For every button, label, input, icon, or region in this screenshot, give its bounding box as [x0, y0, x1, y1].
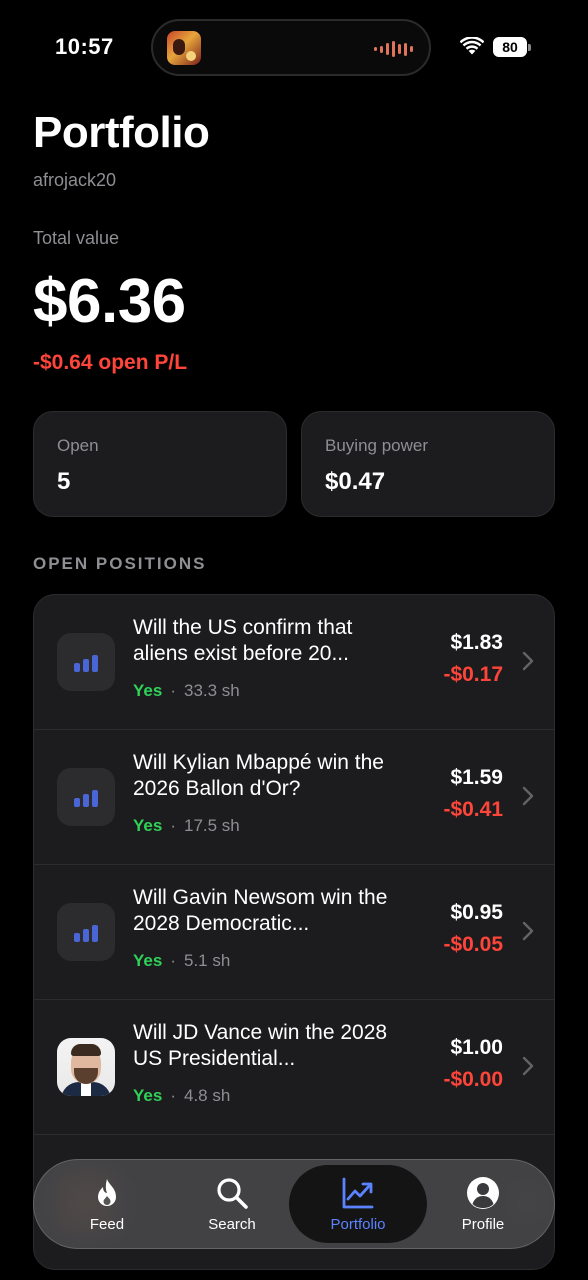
open-count-card: Open 5 [33, 411, 287, 517]
buying-power-value: $0.47 [325, 468, 386, 495]
now-playing-artwork [167, 31, 201, 65]
position-value: $1.00 [450, 1036, 503, 1059]
page-title: Portfolio [33, 108, 210, 157]
tab-profile[interactable]: Profile [448, 1160, 518, 1248]
status-bar: 10:57 80 [0, 0, 588, 90]
position-pl: -$0.17 [443, 663, 503, 686]
battery-indicator: 80 [493, 37, 531, 57]
total-value: $6.36 [33, 267, 186, 336]
username: afrojack20 [33, 170, 117, 190]
chevron-right-icon [522, 1056, 534, 1076]
tab-feed[interactable]: Feed [72, 1160, 142, 1248]
flame-icon [98, 1178, 116, 1206]
position-row[interactable]: Will Gavin Newsom win the 2028 Democrati… [34, 865, 554, 1000]
chevron-right-icon [522, 651, 534, 671]
portrait-hair [71, 1044, 101, 1056]
dynamic-island[interactable] [151, 19, 431, 76]
position-side: Yes [133, 951, 163, 970]
position-row[interactable]: Will the US confirm that aliens exist be… [34, 595, 554, 730]
position-meta: Yes · 17.5 sh [133, 816, 240, 835]
wifi-icon [460, 37, 484, 55]
portrait-photo [57, 1038, 115, 1096]
position-title: Will the US confirm that aliens exist be… [133, 616, 353, 665]
tab-search-label: Search [208, 1215, 256, 1233]
position-side: Yes [133, 816, 163, 835]
tab-bar: Feed Search Portfolio Profile [33, 1159, 555, 1249]
bar-chart-icon [57, 633, 115, 691]
audio-waveform-icon [374, 41, 413, 57]
tab-portfolio[interactable]: Portfolio [289, 1165, 427, 1243]
position-meta: Yes · 4.8 sh [133, 1086, 231, 1105]
buying-power-card: Buying power $0.47 [301, 411, 555, 517]
position-shares: 5.1 sh [183, 951, 231, 970]
position-shares: 33.3 sh [183, 681, 240, 700]
bar-chart-icon [57, 903, 115, 961]
position-title: Will Gavin Newsom win the 2028 Democrati… [133, 886, 388, 935]
buying-power-label: Buying power [325, 436, 429, 455]
position-side: Yes [133, 1086, 163, 1105]
person-icon [467, 1176, 499, 1209]
position-shares: 4.8 sh [183, 1086, 231, 1105]
open-pl: -$0.64 open P/L [33, 351, 188, 374]
position-pl: -$0.05 [443, 933, 503, 956]
portrait-shirt [81, 1082, 91, 1096]
tab-search[interactable]: Search [196, 1160, 268, 1248]
search-icon [217, 1177, 248, 1209]
chart-trend-icon [342, 1177, 374, 1208]
position-pl: -$0.00 [443, 1068, 503, 1091]
tab-feed-label: Feed [89, 1215, 125, 1233]
chevron-right-icon [522, 786, 534, 806]
position-title: Will Kylian Mbappé win the 2026 Ballon d… [133, 751, 384, 800]
total-value-label: Total value [33, 228, 120, 248]
battery-cap [528, 44, 531, 51]
open-count-value: 5 [57, 468, 71, 495]
bar-chart-icon [57, 768, 115, 826]
position-value: $1.59 [450, 766, 503, 789]
position-shares: 17.5 sh [183, 816, 240, 835]
battery-level: 80 [493, 37, 527, 57]
position-title: Will JD Vance win the 2028 US Presidenti… [133, 1021, 388, 1070]
position-row[interactable]: Will Kylian Mbappé win the 2026 Ballon d… [34, 730, 554, 865]
position-value: $1.83 [450, 631, 503, 654]
position-side: Yes [133, 681, 163, 700]
position-value: $0.95 [450, 901, 503, 924]
section-title-open-positions: OPEN POSITIONS [33, 554, 207, 573]
open-count-label: Open [57, 436, 99, 455]
position-meta: Yes · 33.3 sh [133, 681, 240, 700]
position-meta: Yes · 5.1 sh [133, 951, 231, 970]
tab-profile-label: Profile [461, 1215, 505, 1233]
tab-portfolio-label: Portfolio [330, 1215, 386, 1233]
position-pl: -$0.41 [443, 798, 503, 821]
status-time: 10:57 [55, 34, 114, 59]
position-row[interactable]: Will JD Vance win the 2028 US Presidenti… [34, 1000, 554, 1135]
chevron-right-icon [522, 921, 534, 941]
